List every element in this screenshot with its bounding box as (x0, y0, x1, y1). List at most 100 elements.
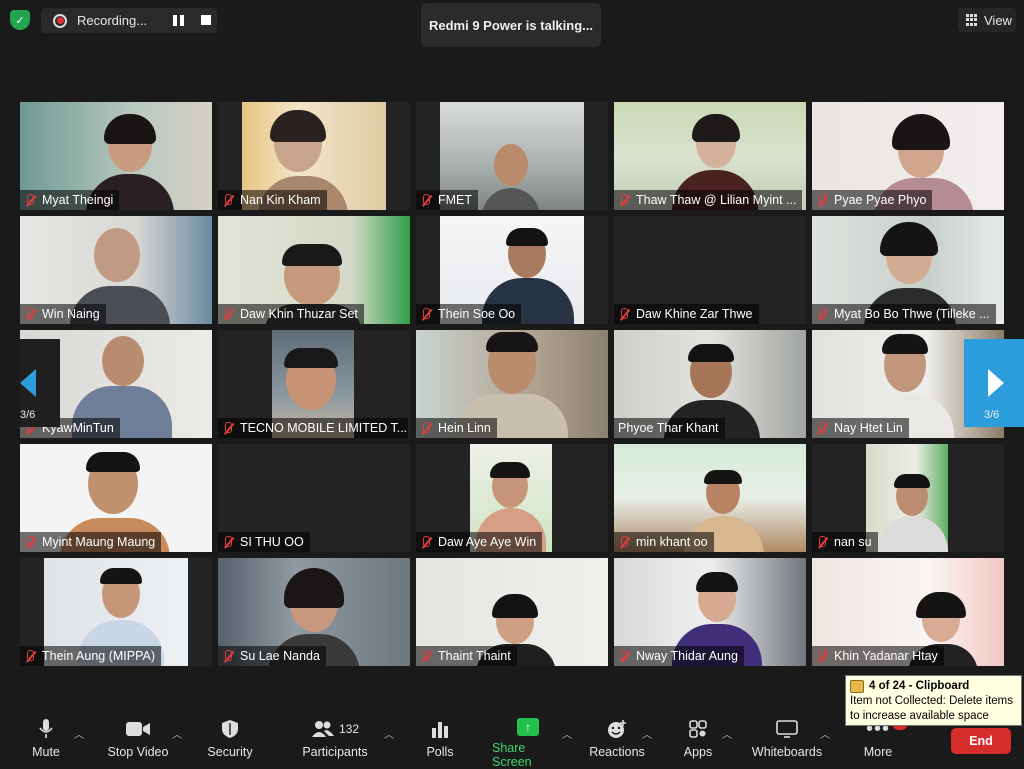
participant-name-bar: Thein Soe Oo (416, 304, 522, 324)
participant-tile[interactable]: Khin Yadanar Htay (812, 558, 1004, 666)
chevron-left-icon (20, 369, 36, 397)
participant-tile[interactable]: Nan Kin Kham (218, 102, 410, 210)
participant-name: Daw Aye Aye Win (438, 535, 537, 549)
security-shield-icon (221, 718, 239, 740)
participant-tile[interactable]: Daw Khin Thuzar Set (218, 216, 410, 324)
polls-label: Polls (426, 745, 454, 759)
muted-mic-icon (420, 193, 432, 207)
participants-button[interactable]: 132 Participants (302, 718, 368, 768)
muted-mic-icon (816, 307, 828, 321)
previous-page-button[interactable]: 3/6 (20, 339, 60, 427)
chevron-right-icon (988, 369, 1004, 397)
participant-name-bar: Phyoe Thar Khant (614, 418, 725, 438)
muted-mic-icon (618, 649, 630, 663)
participant-tile[interactable]: Myat Theingi (20, 102, 212, 210)
participant-tile[interactable]: Hein Linn (416, 330, 608, 438)
participant-name: Thein Soe Oo (438, 307, 516, 321)
participants-options-caret-icon[interactable]: ︿ (384, 726, 394, 741)
participant-name: Nway Thidar Aung (636, 649, 738, 663)
apps-options-caret-icon[interactable]: ︿ (722, 726, 732, 741)
share-options-caret-icon[interactable]: ︿ (562, 726, 572, 741)
participant-name-bar: FMET (416, 190, 479, 210)
participant-name: Myat Theingi (42, 193, 114, 207)
reactions-options-caret-icon[interactable]: ︿ (642, 726, 652, 741)
security-button[interactable]: Security (206, 718, 254, 768)
video-options-caret-icon[interactable]: ︿ (172, 726, 182, 741)
participant-name-bar: Daw Khin Thuzar Set (218, 304, 364, 324)
participant-tile[interactable]: Thein Soe Oo (416, 216, 608, 324)
participant-name-bar: Nay Htet Lin (812, 418, 909, 438)
more-label: More (863, 745, 893, 759)
participant-tile[interactable]: min khant oo (614, 444, 806, 552)
participant-tile[interactable]: SI THU OO (218, 444, 410, 552)
whiteboards-options-caret-icon[interactable]: ︿ (820, 726, 830, 741)
encryption-shield-icon[interactable]: ✓ (10, 10, 30, 30)
participant-name: nan su (834, 535, 872, 549)
participant-name-bar: Myat Bo Bo Thwe (Tilleke ... (812, 304, 996, 324)
participant-tile[interactable]: Pyae Pyae Phyo (812, 102, 1004, 210)
share-screen-label: Share Screen (492, 741, 532, 769)
participant-name: Nan Kin Kham (240, 193, 321, 207)
mute-button[interactable]: Mute (28, 718, 64, 768)
muted-mic-icon (816, 535, 828, 549)
whiteboards-button[interactable]: Whiteboards (750, 718, 824, 768)
participant-name: SI THU OO (240, 535, 304, 549)
muted-mic-icon (618, 307, 630, 321)
participant-tile[interactable]: TECNO MOBILE LIMITED T... (218, 330, 410, 438)
whiteboard-icon (776, 718, 798, 740)
polls-button[interactable]: Polls (422, 718, 458, 768)
apps-label: Apps (683, 745, 713, 759)
participant-tile[interactable]: Nway Thidar Aung (614, 558, 806, 666)
participant-name: Hein Linn (438, 421, 491, 435)
muted-mic-icon (222, 535, 234, 549)
stop-video-button[interactable]: Stop Video (106, 718, 170, 768)
share-screen-arrow-icon: ↑ (517, 718, 539, 736)
share-screen-button[interactable]: ↑ Share Screen (492, 718, 564, 769)
polls-bar-chart-icon (431, 718, 449, 740)
end-meeting-button[interactable]: End (951, 728, 1011, 754)
participant-tile[interactable]: Daw Khine Zar Thwe (614, 216, 806, 324)
participant-name-bar: Thaint Thaint (416, 646, 517, 666)
participant-tile[interactable]: Phyoe Thar Khant (614, 330, 806, 438)
participants-count: 132 (338, 722, 360, 736)
participant-name: Phyoe Thar Khant (618, 421, 719, 435)
top-bar: ✓ Recording... Redmi 9 Power is talking.… (0, 0, 1024, 48)
participant-name-bar: Myint Maung Maung (20, 532, 162, 552)
tooltip-line-1: Item not Collected: Delete items (850, 695, 1013, 707)
muted-mic-icon (24, 535, 36, 549)
muted-mic-icon (420, 535, 432, 549)
muted-mic-icon (24, 193, 36, 207)
emoji-add-icon (606, 718, 628, 740)
view-button[interactable]: View (958, 8, 1016, 32)
pause-recording-button[interactable] (173, 15, 184, 26)
view-label: View (984, 12, 1012, 28)
participant-name: Myat Bo Bo Thwe (Tilleke ... (834, 307, 990, 321)
stop-recording-button[interactable] (201, 15, 211, 25)
stop-video-label: Stop Video (107, 745, 169, 759)
audio-options-caret-icon[interactable]: ︿ (74, 726, 84, 741)
participant-name-bar: Daw Aye Aye Win (416, 532, 543, 552)
participant-tile[interactable]: Su Lae Nanda (218, 558, 410, 666)
participant-tile[interactable]: Win Naing (20, 216, 212, 324)
participant-name: Thaint Thaint (438, 649, 511, 663)
participant-tile[interactable]: Thein Aung (MIPPA) (20, 558, 212, 666)
next-page-button[interactable]: 3/6 (964, 339, 1024, 427)
muted-mic-icon (618, 535, 630, 549)
security-label: Security (207, 745, 253, 759)
participant-tile[interactable]: Thaw Thaw @ Lilian Myint ... (614, 102, 806, 210)
muted-mic-icon (420, 421, 432, 435)
apps-button[interactable]: Apps (680, 718, 716, 768)
participant-tile[interactable]: nan su (812, 444, 1004, 552)
muted-mic-icon (618, 193, 630, 207)
tooltip-title: 4 of 24 - Clipboard (869, 680, 970, 692)
participant-tile[interactable]: Daw Aye Aye Win (416, 444, 608, 552)
whiteboards-label: Whiteboards (751, 745, 823, 759)
page-indicator-right: 3/6 (984, 409, 1000, 421)
participant-tile[interactable]: Myat Bo Bo Thwe (Tilleke ... (812, 216, 1004, 324)
participant-tile[interactable]: Thaint Thaint (416, 558, 608, 666)
participant-tile[interactable]: FMET (416, 102, 608, 210)
participant-tile[interactable]: Myint Maung Maung (20, 444, 212, 552)
participant-name: Pyae Pyae Phyo (834, 193, 927, 207)
participants-icon: 132 (311, 718, 359, 740)
reactions-button[interactable]: Reactions (589, 718, 645, 768)
